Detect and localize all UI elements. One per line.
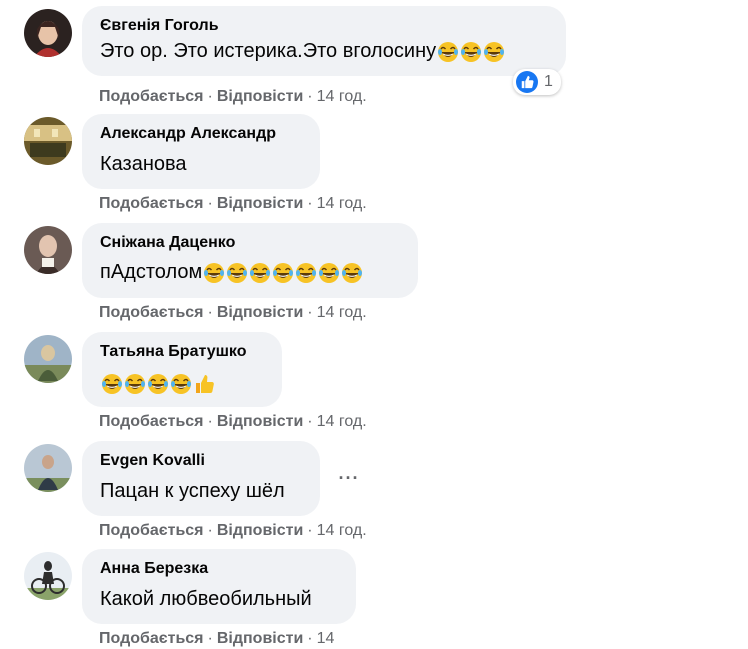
comment-text-body: Пацан к успеху шёл <box>100 480 285 502</box>
comment-text: Это ор. Это истерика.Это вголосину <box>100 37 548 65</box>
separator-dot: · <box>207 413 213 430</box>
comment-text <box>100 369 264 397</box>
laugh-cry-emoji-icon <box>341 262 363 284</box>
reply-link[interactable]: Відповісти <box>217 630 303 647</box>
separator-dot: · <box>307 522 313 539</box>
comment-text: Пацан к успеху шёл <box>100 477 302 505</box>
laugh-cry-emoji-icon <box>249 262 271 284</box>
like-link[interactable]: Подобається <box>99 413 204 430</box>
comment-time[interactable]: 14 год. <box>317 88 367 105</box>
comment-time[interactable]: 14 год. <box>317 195 367 212</box>
reaction-count: 1 <box>544 73 553 90</box>
comment-text: Какой любвеобильный <box>100 585 338 613</box>
reply-link[interactable]: Відповісти <box>217 195 303 212</box>
separator-dot: · <box>307 195 313 212</box>
thumbs-up-emoji-icon <box>193 373 215 395</box>
like-link[interactable]: Подобається <box>99 522 204 539</box>
comment-time[interactable]: 14 год. <box>317 522 367 539</box>
avatar[interactable] <box>24 552 72 600</box>
separator-dot: · <box>307 88 313 105</box>
comment-text: пАдстолом <box>100 258 400 286</box>
comment-actions: Подобається · Відповісти · 14 год. <box>99 303 367 323</box>
laugh-cry-emoji-icon <box>272 262 294 284</box>
comment-author[interactable]: Сніжана Даценко <box>100 232 400 254</box>
avatar[interactable] <box>24 9 72 57</box>
separator-dot: · <box>207 88 213 105</box>
comment-actions: Подобається · Відповісти · 14 год. <box>99 412 367 432</box>
separator-dot: · <box>307 413 313 430</box>
like-link[interactable]: Подобається <box>99 195 204 212</box>
comment-author[interactable]: Євгенія Гоголь <box>100 15 548 37</box>
comment-author[interactable]: Татьяна Братушко <box>100 341 264 363</box>
laugh-cry-emoji-icon <box>318 262 340 284</box>
comment-text-body: пАдстолом <box>100 261 203 283</box>
comment-bubble: Сніжана Даценко пАдстолом <box>82 223 418 298</box>
avatar[interactable] <box>24 117 72 165</box>
separator-dot: · <box>207 195 213 212</box>
laugh-cry-emoji-icon <box>295 262 317 284</box>
like-link[interactable]: Подобається <box>99 304 204 321</box>
laugh-cry-emoji-icon <box>147 373 169 395</box>
like-link[interactable]: Подобається <box>99 630 204 647</box>
separator-dot: · <box>207 304 213 321</box>
more-options-button[interactable]: ··· <box>332 466 366 490</box>
comment-text: Казанова <box>100 150 302 178</box>
comment-actions: Подобається · Відповісти · 14 год. <box>99 521 367 541</box>
laugh-cry-emoji-icon <box>124 373 146 395</box>
comment-actions: Подобається · Відповісти · 14 год. <box>99 87 367 107</box>
comment-bubble: Анна Березка Какой любвеобильный <box>82 549 356 624</box>
comment-actions: Подобається · Відповісти · 14 год. <box>99 194 367 214</box>
comment-actions: Подобається · Відповісти · 14 <box>99 629 334 649</box>
comment-author[interactable]: Александр Александр <box>100 123 302 145</box>
comment-text-body: Казанова <box>100 153 187 175</box>
comment-bubble: Александр Александр Казанова <box>82 114 320 189</box>
reply-link[interactable]: Відповісти <box>217 413 303 430</box>
comment-bubble: Євгенія Гоголь Это ор. Это истерика.Это … <box>82 6 566 76</box>
emoji-group <box>202 258 363 286</box>
like-reaction-icon <box>516 71 538 93</box>
laugh-cry-emoji-icon <box>483 41 505 63</box>
reaction-counter[interactable]: 1 <box>513 69 561 95</box>
comment-text-body: Какой любвеобильный <box>100 588 312 610</box>
laugh-cry-emoji-icon <box>101 373 123 395</box>
reply-link[interactable]: Відповісти <box>217 304 303 321</box>
separator-dot: · <box>307 304 313 321</box>
comment-author[interactable]: Анна Березка <box>100 558 338 580</box>
avatar[interactable] <box>24 226 72 274</box>
laugh-cry-emoji-icon <box>203 262 225 284</box>
separator-dot: · <box>307 630 313 647</box>
emoji-group <box>436 37 505 65</box>
laugh-cry-emoji-icon <box>437 41 459 63</box>
comment-bubble: Evgen Kovalli Пацан к успеху шёл <box>82 441 320 516</box>
laugh-cry-emoji-icon <box>460 41 482 63</box>
comment-bubble: Татьяна Братушко <box>82 332 282 407</box>
comment-time[interactable]: 14 <box>317 630 335 647</box>
separator-dot: · <box>207 522 213 539</box>
comment-time[interactable]: 14 год. <box>317 304 367 321</box>
like-link[interactable]: Подобається <box>99 88 204 105</box>
comment-time[interactable]: 14 год. <box>317 413 367 430</box>
separator-dot: · <box>207 630 213 647</box>
avatar[interactable] <box>24 444 72 492</box>
laugh-cry-emoji-icon <box>226 262 248 284</box>
reply-link[interactable]: Відповісти <box>217 522 303 539</box>
comment-text-body: Это ор. Это истерика.Это вголосину <box>100 40 437 62</box>
emoji-group <box>100 369 215 397</box>
reply-link[interactable]: Відповісти <box>217 88 303 105</box>
laugh-cry-emoji-icon <box>170 373 192 395</box>
avatar[interactable] <box>24 335 72 383</box>
comment-author[interactable]: Evgen Kovalli <box>100 450 302 472</box>
